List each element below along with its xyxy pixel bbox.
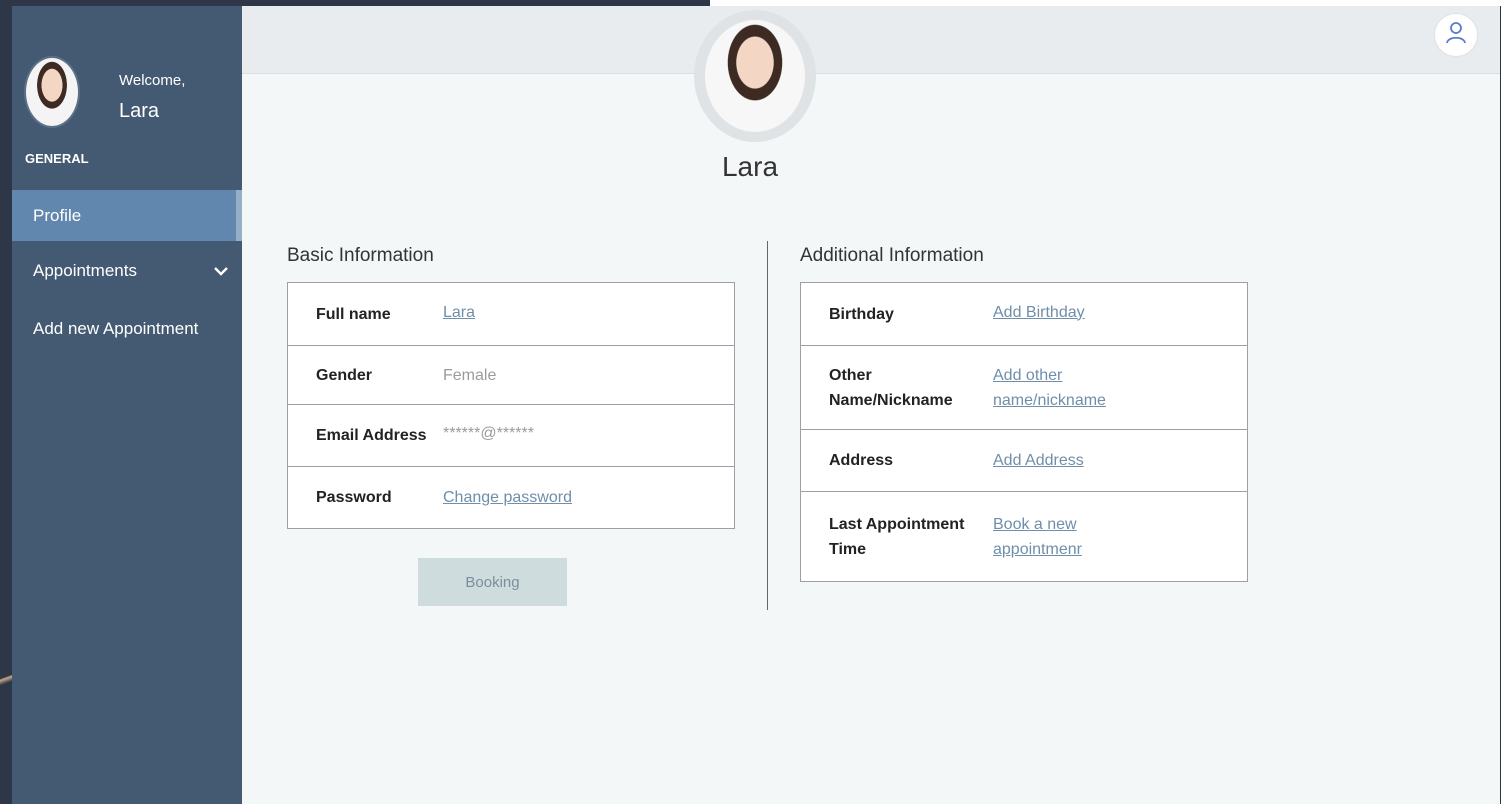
add-birthday-link[interactable]: Add Birthday [993,300,1133,325]
table-row: Other Name/Nickname Add other name/nickn… [801,346,1247,430]
gender-value: Female [443,366,497,384]
booking-button[interactable]: Booking [418,558,567,606]
add-nickname-link[interactable]: Add other name/nickname [993,363,1133,413]
email-value: ******@****** [443,425,534,442]
basic-info-table: Full name Lara Gender Female Email Addre… [287,282,735,529]
full-name-link[interactable]: Lara [443,300,475,325]
basic-info-title: Basic Information [287,245,434,266]
row-label: Password [316,489,392,506]
background-accent [0,665,12,695]
profile-name: Lara [721,151,779,182]
main-header [242,6,1500,74]
profile-avatar [694,10,816,142]
row-label: Gender [316,366,373,384]
row-label: Last Appointment Time [829,515,965,558]
table-row: Password Change password [288,467,734,528]
sidebar: Welcome, Lara GENERAL Profile Appointmen… [12,6,242,804]
table-row: Full name Lara [288,283,734,346]
table-row: Email Address ******@****** [288,405,734,467]
sidebar-item-appointments[interactable]: Appointments [12,248,242,293]
table-row: Birthday Add Birthday [801,283,1247,346]
row-label: Birthday [829,305,894,323]
sidebar-item-label: Add new Appointment [33,318,199,338]
chevron-down-icon[interactable] [214,266,228,276]
section-label-general: GENERAL [25,151,89,166]
change-password-link[interactable]: Change password [443,485,572,510]
column-divider [767,241,768,610]
row-label: Other Name/Nickname [829,366,953,409]
table-row: Last Appointment Time Book a new appoint… [801,492,1247,581]
sidebar-item-profile[interactable]: Profile [12,190,242,241]
sidebar-avatar [24,56,80,128]
row-label: Full name [316,305,391,323]
additional-info-title: Additional Information [800,245,984,266]
table-row: Gender Female [288,346,734,405]
sidebar-item-label: Profile [33,205,82,225]
welcome-user-name: Lara [119,100,160,122]
profile-photo [705,20,805,132]
table-row: Address Add Address [801,430,1247,492]
user-icon [1445,21,1467,50]
sidebar-item-label: Appointments [33,260,137,280]
user-account-button[interactable] [1435,14,1477,56]
main-content: Lara Basic Information Full name Lara Ge… [242,6,1500,804]
book-appointment-link[interactable]: Book a new appointmenr [993,512,1133,562]
sidebar-item-add-appointment[interactable]: Add new Appointment [12,306,242,351]
row-label: Address [829,452,894,469]
welcome-text: Welcome, [119,72,186,89]
additional-info-table: Birthday Add Birthday Other Name/Nicknam… [800,282,1248,582]
add-address-link[interactable]: Add Address [993,448,1133,473]
row-label: Email Address [316,427,427,444]
